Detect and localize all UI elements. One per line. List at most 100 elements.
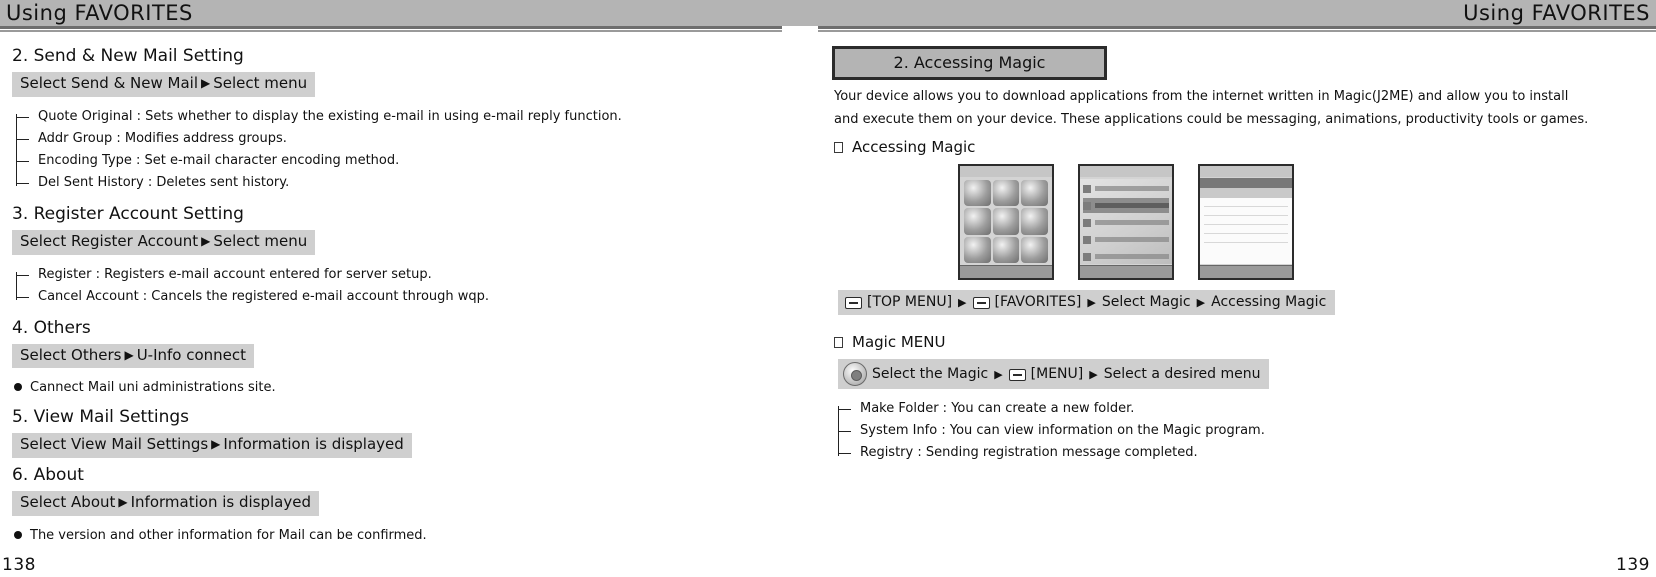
path-bar-post: U-Info connect [136,345,247,364]
section-heading-send-new-mail: 2. Send & New Mail Setting [12,46,244,66]
arrow-right-icon: ▶ [201,233,211,248]
path-bar-about: Select About ▶ Information is displayed [12,491,319,516]
phone-grid-icon [992,180,1020,207]
path-bar-pre: Select Register Account [20,231,199,250]
phone-screenshot-main-menu [958,164,1054,280]
list-item: Make Folder : You can create a new folde… [838,398,1656,420]
path-bar-others: Select Others ▶ U-Info connect [12,343,255,369]
path-bar-pre: Select About [20,493,116,511]
arrow-right-icon: ▶ [118,495,128,509]
phone-list-divider [1204,224,1288,225]
path-bar-post: Information is displayed [223,435,404,454]
page-number-left: 138 [2,555,36,575]
phone-list-row [1083,232,1169,247]
nav-step-accessing-magic: Accessing Magic [1211,294,1327,310]
arrow-right-icon: ▶ [994,367,1003,381]
path-bar-pre: Select View Mail Settings [20,435,209,454]
subheading-text: Magic MENU [852,333,946,351]
arrow-right-icon: ▶ [1087,295,1096,309]
list-item: Del Sent History : Deletes sent history. [16,172,810,194]
nav-path-magic-menu: Select the Magic ▶ [MENU] ▶ Select a des… [838,359,1270,389]
path-bar-register-account: Select Register Account ▶ Select menu [12,229,316,255]
path-bar-pre: Select Send & New Mail [20,74,199,92]
nav-step-select-desired-menu: Select a desired menu [1103,366,1261,382]
rule-right-thin [818,30,1656,32]
header-title-right: Using FAVORITES [1463,1,1650,25]
nav-path-accessing-magic: [TOP MENU] ▶ [FAVORITES] ▶ Select Magic … [838,290,1336,315]
bullet-others: Cannect Mail uni administrations site. [14,378,810,398]
phone-list-row [1083,215,1169,230]
menu-key-icon [1008,369,1026,381]
folder-icon [1083,218,1091,227]
phone-status-bar [960,166,1052,177]
list-item: Register : Registers e-mail account ente… [16,264,810,286]
path-bar-post: Select menu [213,74,308,92]
arrow-right-icon: ▶ [1196,295,1206,309]
rule-left-thick [0,26,782,29]
row-text-placeholder [1095,237,1169,242]
phone-list-divider [1204,206,1288,207]
phone-list-subtitle-bar [1200,188,1292,198]
phone-list-row [1083,249,1169,264]
phone-softkey-bar [960,265,1052,278]
phone-grid-icon [964,180,991,207]
row-text-placeholder [1095,254,1169,259]
rule-left-thin [0,30,782,32]
section-heading-register-account: 3. Register Account Setting [12,203,244,224]
section-heading-view-mail-settings: 5. View Mail Settings [12,407,190,428]
rule-right-thick [818,26,1656,29]
phone-list-divider [1204,233,1288,234]
nav-step-select-magic: Select Magic [1101,294,1191,310]
header-rules [0,26,1656,38]
phone-grid-icon [964,236,991,263]
subheading-text: Accessing Magic [852,138,976,156]
left-column: 2. Send & New Mail Setting Select Send &… [0,46,810,546]
section-heading-others: 4. Others [12,317,91,338]
right-column: 2. Accessing Magic Your device allows yo… [832,46,1656,546]
bullet-text: The version and other information for Ma… [30,527,427,543]
bullet-dot-icon [14,383,22,392]
phone-list-row-selected [1083,198,1169,213]
list-item: System Info : You can view information o… [838,420,1656,442]
page-number-right: 139 [1616,555,1650,575]
list-item: Addr Group : Modifies address groups. [16,128,810,150]
menu-key-icon [972,297,990,309]
list-magic-menu-items: Make Folder : You can create a new folde… [838,398,1656,464]
phone-grid-icon [1021,236,1048,263]
path-bar-post: Information is displayed [130,493,311,511]
phone-status-bar [1200,166,1292,177]
subheading-magic-menu: Magic MENU [834,333,1656,351]
path-bar-pre: Select Others [20,345,122,364]
phone-screenshot-magic-list [1198,164,1294,280]
phone-grid-icon [1021,180,1048,207]
section-heading-about: 6. About [12,465,84,485]
phone-grid-icon [964,208,991,235]
phone-softkey-bar [1200,265,1292,278]
arrow-right-icon: ▶ [958,295,967,309]
phone-status-bar [1080,166,1172,177]
phone-icon-grid [964,180,1048,263]
folder-icon [1083,184,1091,193]
nav-step-favorites: [FAVORITES] [994,294,1082,310]
navigation-key-icon [843,362,867,386]
screenshot-strip [958,164,1656,280]
row-text-placeholder [1095,186,1169,191]
intro-paragraph-line-1: Your device allows you to download appli… [834,89,1569,104]
list-item: Cancel Account : Cancels the registered … [16,286,810,308]
row-text-placeholder [1095,203,1169,208]
phone-list-divider [1204,242,1288,243]
folder-icon [1083,235,1091,244]
phone-list-divider [1204,215,1288,216]
arrow-right-icon: ▶ [201,76,211,90]
nav-step-select-the-magic: Select the Magic [872,366,989,382]
menu-key-icon [845,297,862,309]
list-send-new-mail: Quote Original : Sets whether to display… [16,106,810,194]
phone-doc-list [1200,178,1292,264]
arrow-right-icon: ▶ [211,437,221,452]
callout-accessing-magic: 2. Accessing Magic [832,46,1107,80]
header-title-left: Using FAVORITES [6,1,193,25]
folder-icon [1083,252,1091,261]
path-bar-view-mail-settings: Select View Mail Settings ▶ Information is… [12,433,412,458]
list-item: Registry : Sending registration message … [838,442,1656,464]
phone-list-row [1083,181,1169,196]
